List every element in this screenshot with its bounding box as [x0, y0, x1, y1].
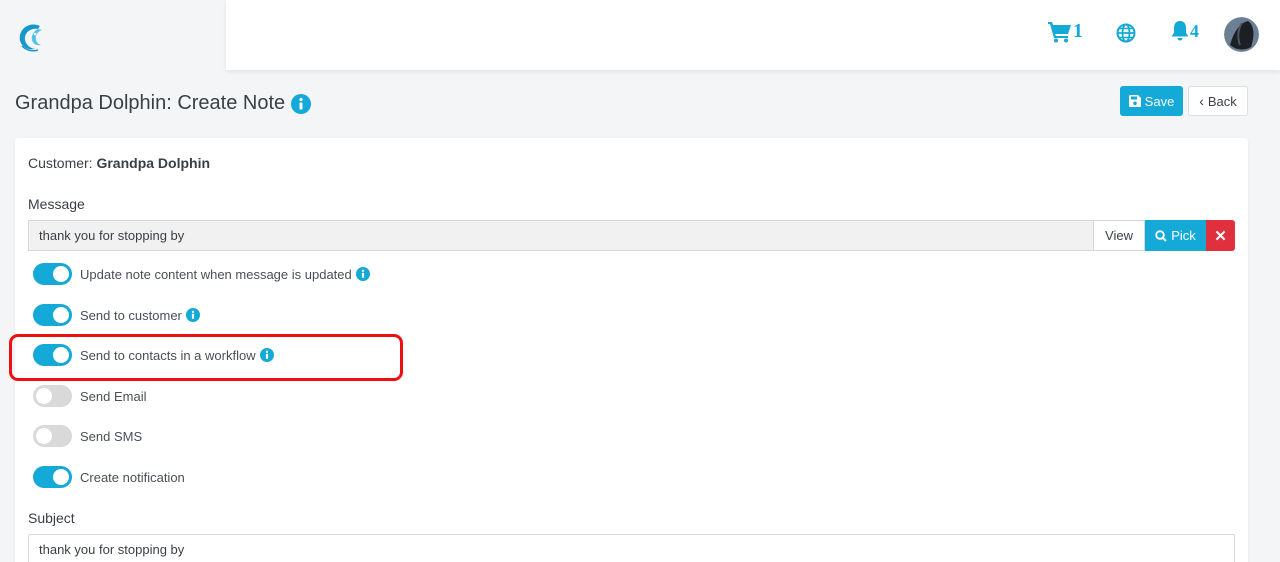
customer-label: Customer: — [28, 155, 93, 171]
bell-icon — [1171, 21, 1189, 41]
subject-label: Subject — [28, 510, 75, 526]
language-button[interactable] — [1116, 23, 1136, 43]
message-input-group: thank you for stopping by View Pick ✕ — [28, 220, 1235, 251]
clear-button[interactable]: ✕ — [1206, 220, 1235, 251]
toggle-label: Send to customer — [80, 307, 182, 323]
toggle-label: Update note content when message is upda… — [80, 266, 352, 282]
page-title: Grandpa Dolphin: Create Note — [15, 92, 286, 114]
pick-button[interactable]: Pick — [1145, 220, 1206, 251]
update-note-content-switch[interactable] — [33, 263, 72, 285]
customer-line: Customer: Grandpa Dolphin — [28, 155, 210, 171]
logo-area — [0, 0, 226, 70]
save-icon — [1128, 95, 1141, 107]
toggle-label: Send Email — [80, 388, 147, 404]
message-label: Message — [28, 196, 85, 212]
info-icon[interactable] — [291, 93, 312, 114]
toggle-update-note-content: Update note content when message is upda… — [33, 263, 370, 285]
search-icon — [1155, 229, 1167, 242]
toggle-send-to-customer: Send to customer — [33, 304, 200, 326]
toggle-create-notification: Create notification — [33, 466, 185, 488]
pick-label: Pick — [1171, 228, 1196, 243]
toggle-send-email: Send Email — [33, 385, 146, 407]
close-icon: ✕ — [1214, 227, 1227, 245]
top-navbar: 1 4 — [226, 0, 1280, 70]
cart-count: 1 — [1073, 20, 1083, 42]
toggle-label: Create notification — [80, 469, 185, 485]
toggle-label: Send SMS — [80, 428, 143, 444]
chevron-left-icon: ‹ — [1199, 93, 1204, 109]
notification-count: 4 — [1190, 20, 1199, 41]
view-button[interactable]: View — [1093, 220, 1145, 251]
subject-input[interactable]: thank you for stopping by — [28, 534, 1235, 562]
send-email-switch[interactable] — [33, 385, 72, 407]
save-button[interactable]: Save — [1120, 86, 1183, 116]
create-notification-switch[interactable] — [33, 466, 72, 488]
back-button[interactable]: ‹ Back — [1188, 86, 1248, 116]
message-input[interactable]: thank you for stopping by — [28, 220, 1093, 251]
user-avatar[interactable] — [1224, 17, 1259, 52]
cart-icon — [1048, 21, 1071, 42]
info-icon[interactable] — [185, 308, 200, 322]
avatar-image — [1224, 17, 1259, 52]
notifications-button[interactable]: 4 — [1171, 20, 1199, 42]
send-to-customer-switch[interactable] — [33, 304, 72, 326]
dolphin-logo-icon[interactable] — [14, 20, 48, 54]
highlight-annotation — [9, 334, 403, 381]
globe-icon — [1116, 23, 1136, 43]
toggle-send-sms: Send SMS — [33, 425, 142, 447]
page-title-row: Grandpa Dolphin: Create Note — [15, 92, 312, 115]
info-icon[interactable] — [355, 267, 370, 281]
save-label: Save — [1144, 93, 1175, 109]
cart-button[interactable]: 1 — [1048, 20, 1083, 43]
customer-name: Grandpa Dolphin — [96, 155, 211, 171]
send-sms-switch[interactable] — [33, 425, 72, 447]
back-label: Back — [1207, 93, 1237, 109]
